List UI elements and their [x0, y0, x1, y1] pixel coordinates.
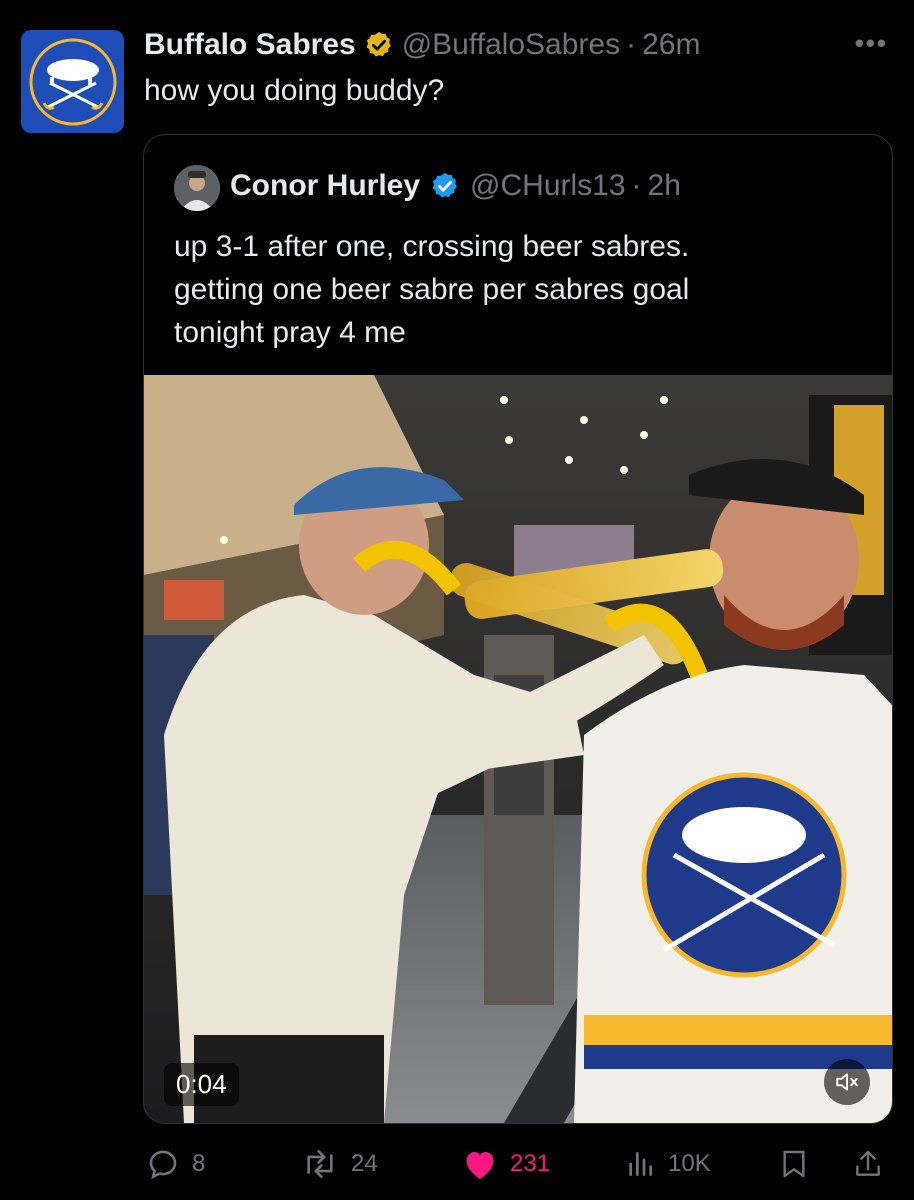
bookmark-button[interactable] — [778, 1142, 810, 1186]
tweet-text: how you doing buddy? — [144, 74, 445, 107]
tweet-header: Buffalo Sabres @BuffaloSabres · 26m — [144, 26, 700, 64]
tweet[interactable]: Buffalo Sabres @BuffaloSabres · 26m ••• … — [0, 0, 914, 1200]
verified-gold-badge-icon — [364, 30, 394, 60]
video-thumbnail — [144, 375, 892, 1123]
bookmark-icon — [783, 1150, 805, 1178]
heart-icon — [466, 1152, 494, 1179]
quoted-tweet[interactable]: Conor Hurley @CHurls13 · 2h up 3-1 after… — [143, 134, 893, 1124]
video-duration: 0:04 — [164, 1063, 239, 1106]
like-count: 231 — [510, 1150, 551, 1177]
quoted-text-line: tonight pray 4 me — [174, 316, 406, 349]
quoted-header: Conor Hurley @CHurls13 · 2h — [230, 169, 681, 203]
share-button[interactable] — [852, 1142, 884, 1186]
view-count: 10K — [668, 1150, 711, 1177]
reply-icon — [149, 1150, 177, 1180]
like-button[interactable]: 231 — [462, 1142, 550, 1186]
separator-dot: · — [631, 169, 642, 202]
volume-muted-icon[interactable] — [824, 1059, 870, 1105]
views-button[interactable]: 10K — [624, 1142, 711, 1186]
quoted-text: up 3-1 after one, crossing beer sabres. … — [174, 225, 874, 354]
quoted-author-avatar[interactable] — [174, 165, 220, 211]
share-icon — [856, 1150, 880, 1176]
action-bar: 8 24 231 10K — [146, 1142, 896, 1186]
quoted-text-line: getting one beer sabre per sabres goal — [174, 273, 690, 306]
video-player[interactable]: 0:04 — [144, 375, 892, 1123]
author-handle[interactable]: @BuffaloSabres — [402, 28, 620, 62]
post-time[interactable]: 26m — [642, 28, 700, 62]
author-avatar[interactable] — [21, 30, 124, 133]
verified-blue-badge-icon — [430, 171, 460, 201]
more-options-icon[interactable]: ••• — [855, 30, 888, 56]
repost-icon — [307, 1149, 333, 1179]
reply-count: 8 — [192, 1150, 206, 1177]
author-name[interactable]: Buffalo Sabres — [144, 28, 356, 62]
quoted-post-time[interactable]: 2h — [648, 169, 681, 203]
quoted-author-handle[interactable]: @CHurls13 — [470, 169, 626, 203]
repost-count: 24 — [351, 1150, 378, 1177]
sabres-logo-icon — [29, 38, 116, 125]
views-chart-icon — [629, 1152, 652, 1176]
quoted-author-name[interactable]: Conor Hurley — [230, 169, 420, 203]
separator-dot: · — [626, 28, 637, 61]
reply-button[interactable]: 8 — [146, 1142, 205, 1186]
quoted-text-line: up 3-1 after one, crossing beer sabres. — [174, 230, 690, 263]
repost-button[interactable]: 24 — [301, 1142, 378, 1186]
